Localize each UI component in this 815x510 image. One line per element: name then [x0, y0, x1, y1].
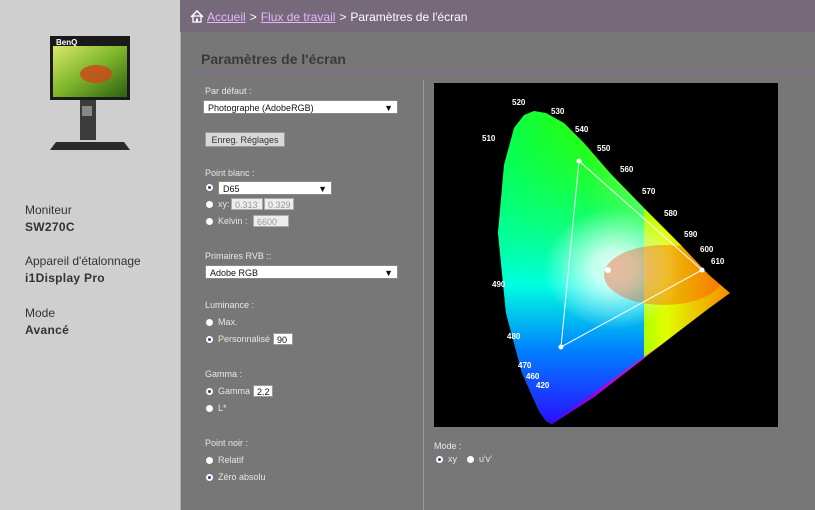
black-point-label: Point noir :	[205, 438, 249, 448]
wavelength-label: 560	[620, 165, 634, 174]
wavelength-label: 610	[711, 257, 725, 266]
white-point-preset-radio[interactable]	[205, 183, 214, 192]
chart-mode-xy-radio[interactable]	[435, 455, 444, 464]
wavelength-label: 540	[575, 125, 589, 134]
breadcrumb: Accueil > Flux de travail > Paramètres de l'…	[190, 9, 468, 26]
chevron-down-icon: ▼	[384, 268, 393, 278]
wavelength-label: 470	[518, 361, 532, 370]
chart-mode-label: Mode :	[434, 441, 462, 451]
gamma-input[interactable]: 2.2	[253, 385, 273, 397]
breadcrumb-separator: >	[249, 10, 257, 24]
black-relative-label: Relatif	[218, 455, 244, 465]
wavelength-label: 520	[512, 98, 526, 107]
chevron-down-icon: ▼	[318, 184, 327, 194]
gamma-option-label: Gamma	[218, 386, 251, 396]
black-relative-radio[interactable]	[205, 456, 214, 465]
chart-mode-uv-radio[interactable]	[466, 455, 475, 464]
luminance-custom-label: Personnalisé	[218, 334, 271, 344]
kelvin-input[interactable]: 6600	[253, 215, 289, 227]
wavelength-label: 490	[492, 280, 506, 289]
default-preset-select[interactable]: Photographe (AdobeRGB) ▼	[203, 100, 398, 114]
luminance-input[interactable]: 90	[273, 333, 293, 345]
luminance-custom-radio[interactable]	[205, 335, 214, 344]
monitor-label: Moniteur	[25, 203, 72, 217]
breadcrumb-current: Paramètres de l'écran	[350, 10, 468, 24]
mode-label: Mode	[25, 306, 56, 320]
white-point-kelvin-radio[interactable]	[205, 217, 214, 226]
title-divider	[195, 71, 815, 72]
wavelength-label: 480	[507, 332, 521, 341]
xy-x-input[interactable]: 0.313	[231, 198, 263, 210]
white-point-value: D65	[223, 184, 240, 194]
wavelength-label: 550	[597, 144, 611, 153]
breadcrumb-workflow-link[interactable]: Flux de travail	[261, 10, 336, 24]
xy-y-input[interactable]: 0.329	[264, 198, 294, 210]
breadcrumb-bar: Accueil > Flux de travail > Paramètres de l'…	[180, 0, 815, 32]
wavelength-label: 590	[684, 230, 698, 239]
wavelength-label: 460	[526, 372, 540, 381]
monitor-image: BenQ	[50, 36, 130, 150]
device-value: i1Display Pro	[25, 271, 105, 285]
brand-logo: BenQ	[56, 38, 77, 47]
primaries-label: Primaires RVB ::	[205, 251, 272, 261]
white-point-label: Point blanc :	[205, 168, 255, 178]
white-point-select[interactable]: D65 ▼	[218, 181, 332, 195]
chart-mode-xy-label: xy	[448, 454, 457, 464]
luminance-max-radio[interactable]	[205, 318, 214, 327]
sidebar: BenQ Moniteur SW270C Appareil d'étalonna…	[0, 0, 181, 510]
default-label: Par défaut :	[205, 86, 252, 96]
black-absolute-radio[interactable]	[205, 473, 214, 482]
gamma-lstar-radio[interactable]	[205, 404, 214, 413]
gamma-label: Gamma :	[205, 369, 243, 379]
black-absolute-label: Zéro absolu	[218, 472, 266, 482]
mode-value: Avancé	[25, 323, 70, 337]
chevron-down-icon: ▼	[384, 103, 393, 113]
page-title: Paramètres de l'écran	[201, 51, 346, 67]
gamma-lstar-label: L*	[218, 403, 227, 413]
luminance-label: Luminance :	[205, 300, 255, 310]
luminance-max-label: Max.	[218, 317, 238, 327]
wavelength-label: 600	[700, 245, 714, 254]
cie-chromaticity-diagram: 520 530 540 550 560 570 580 590 600 610 …	[434, 83, 778, 427]
device-label: Appareil d'étalonnage	[25, 254, 141, 268]
chart-mode-uv-label: u'v'	[479, 454, 492, 464]
wavelength-label: 510	[482, 134, 496, 143]
primaries-select[interactable]: Adobe RGB ▼	[205, 265, 398, 279]
wavelength-label: 570	[642, 187, 656, 196]
breadcrumb-separator: >	[339, 10, 347, 24]
column-divider	[423, 80, 424, 510]
wavelength-label: 530	[551, 107, 565, 116]
save-settings-button[interactable]: Enreg. Réglages	[205, 132, 285, 147]
wavelength-label: 580	[664, 209, 678, 218]
primaries-value: Adobe RGB	[210, 268, 259, 278]
white-point-xy-radio[interactable]	[205, 200, 214, 209]
monitor-value: SW270C	[25, 220, 75, 234]
default-preset-value: Photographe (AdobeRGB)	[208, 103, 314, 113]
xy-label: xy:	[218, 199, 230, 209]
kelvin-label: Kelvin :	[218, 216, 248, 226]
wavelength-label: 420	[536, 381, 550, 390]
home-icon[interactable]	[190, 9, 204, 26]
gamma-value-radio[interactable]	[205, 387, 214, 396]
breadcrumb-home-link[interactable]: Accueil	[207, 10, 246, 24]
